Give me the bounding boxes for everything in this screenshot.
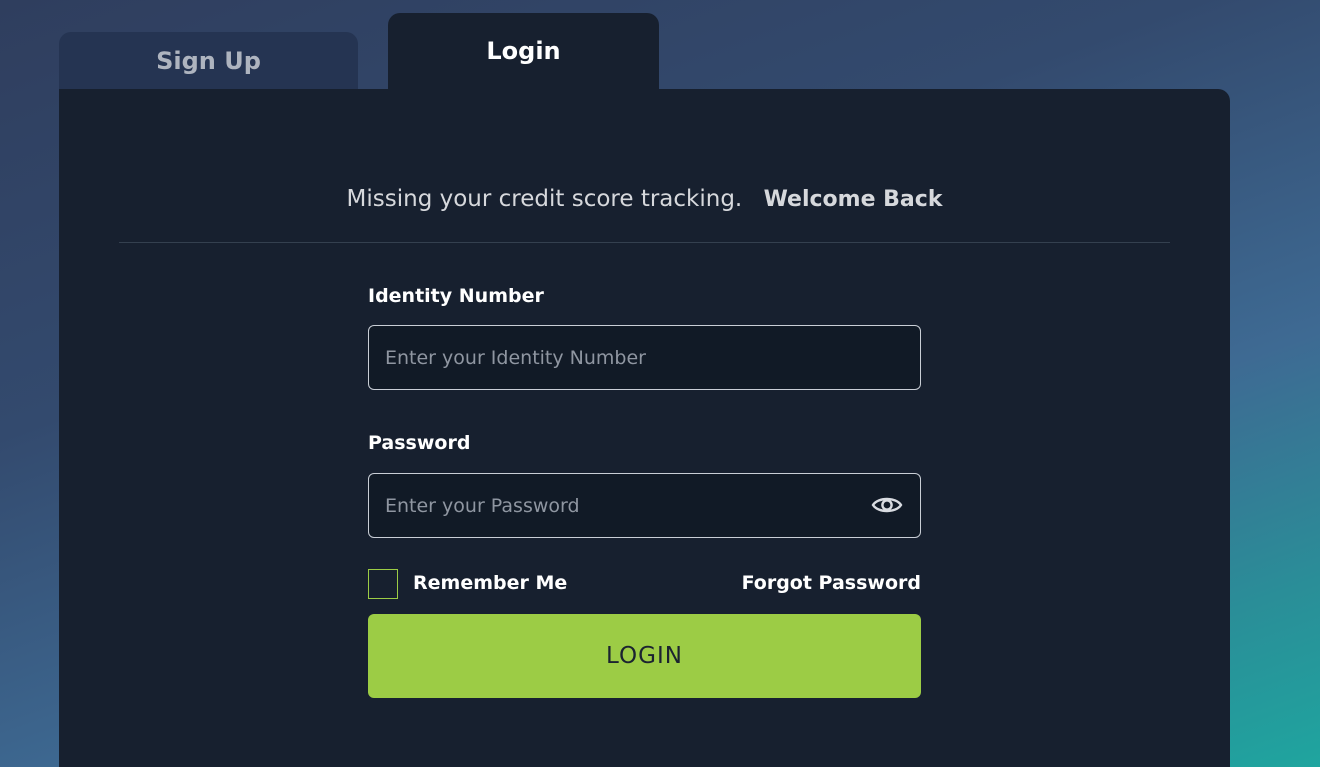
tab-login-label: Login xyxy=(486,37,561,65)
divider xyxy=(119,242,1170,243)
identity-number-field[interactable] xyxy=(368,325,921,390)
remember-me-checkbox[interactable] xyxy=(368,569,398,599)
password-input[interactable] xyxy=(385,494,845,517)
tab-sign-up-label: Sign Up xyxy=(156,47,261,75)
login-card: Missing your credit score tracking. Welc… xyxy=(59,89,1230,767)
headline-subtitle: Missing your credit score tracking. xyxy=(346,186,743,212)
tab-sign-up[interactable]: Sign Up xyxy=(59,32,358,90)
password-field[interactable] xyxy=(368,473,921,538)
forgot-password-link[interactable]: Forgot Password xyxy=(742,569,921,597)
login-button-label: LOGIN xyxy=(606,643,683,669)
remember-me-label[interactable]: Remember Me xyxy=(413,569,567,597)
identity-number-label: Identity Number xyxy=(368,285,544,307)
welcome-text: Welcome Back xyxy=(763,187,943,212)
tab-login[interactable]: Login xyxy=(388,13,659,93)
password-label: Password xyxy=(368,432,471,454)
identity-number-input[interactable] xyxy=(385,346,845,369)
eye-icon[interactable] xyxy=(871,492,903,518)
headline: Missing your credit score tracking. Welc… xyxy=(59,186,1230,212)
login-button[interactable]: LOGIN xyxy=(368,614,921,698)
